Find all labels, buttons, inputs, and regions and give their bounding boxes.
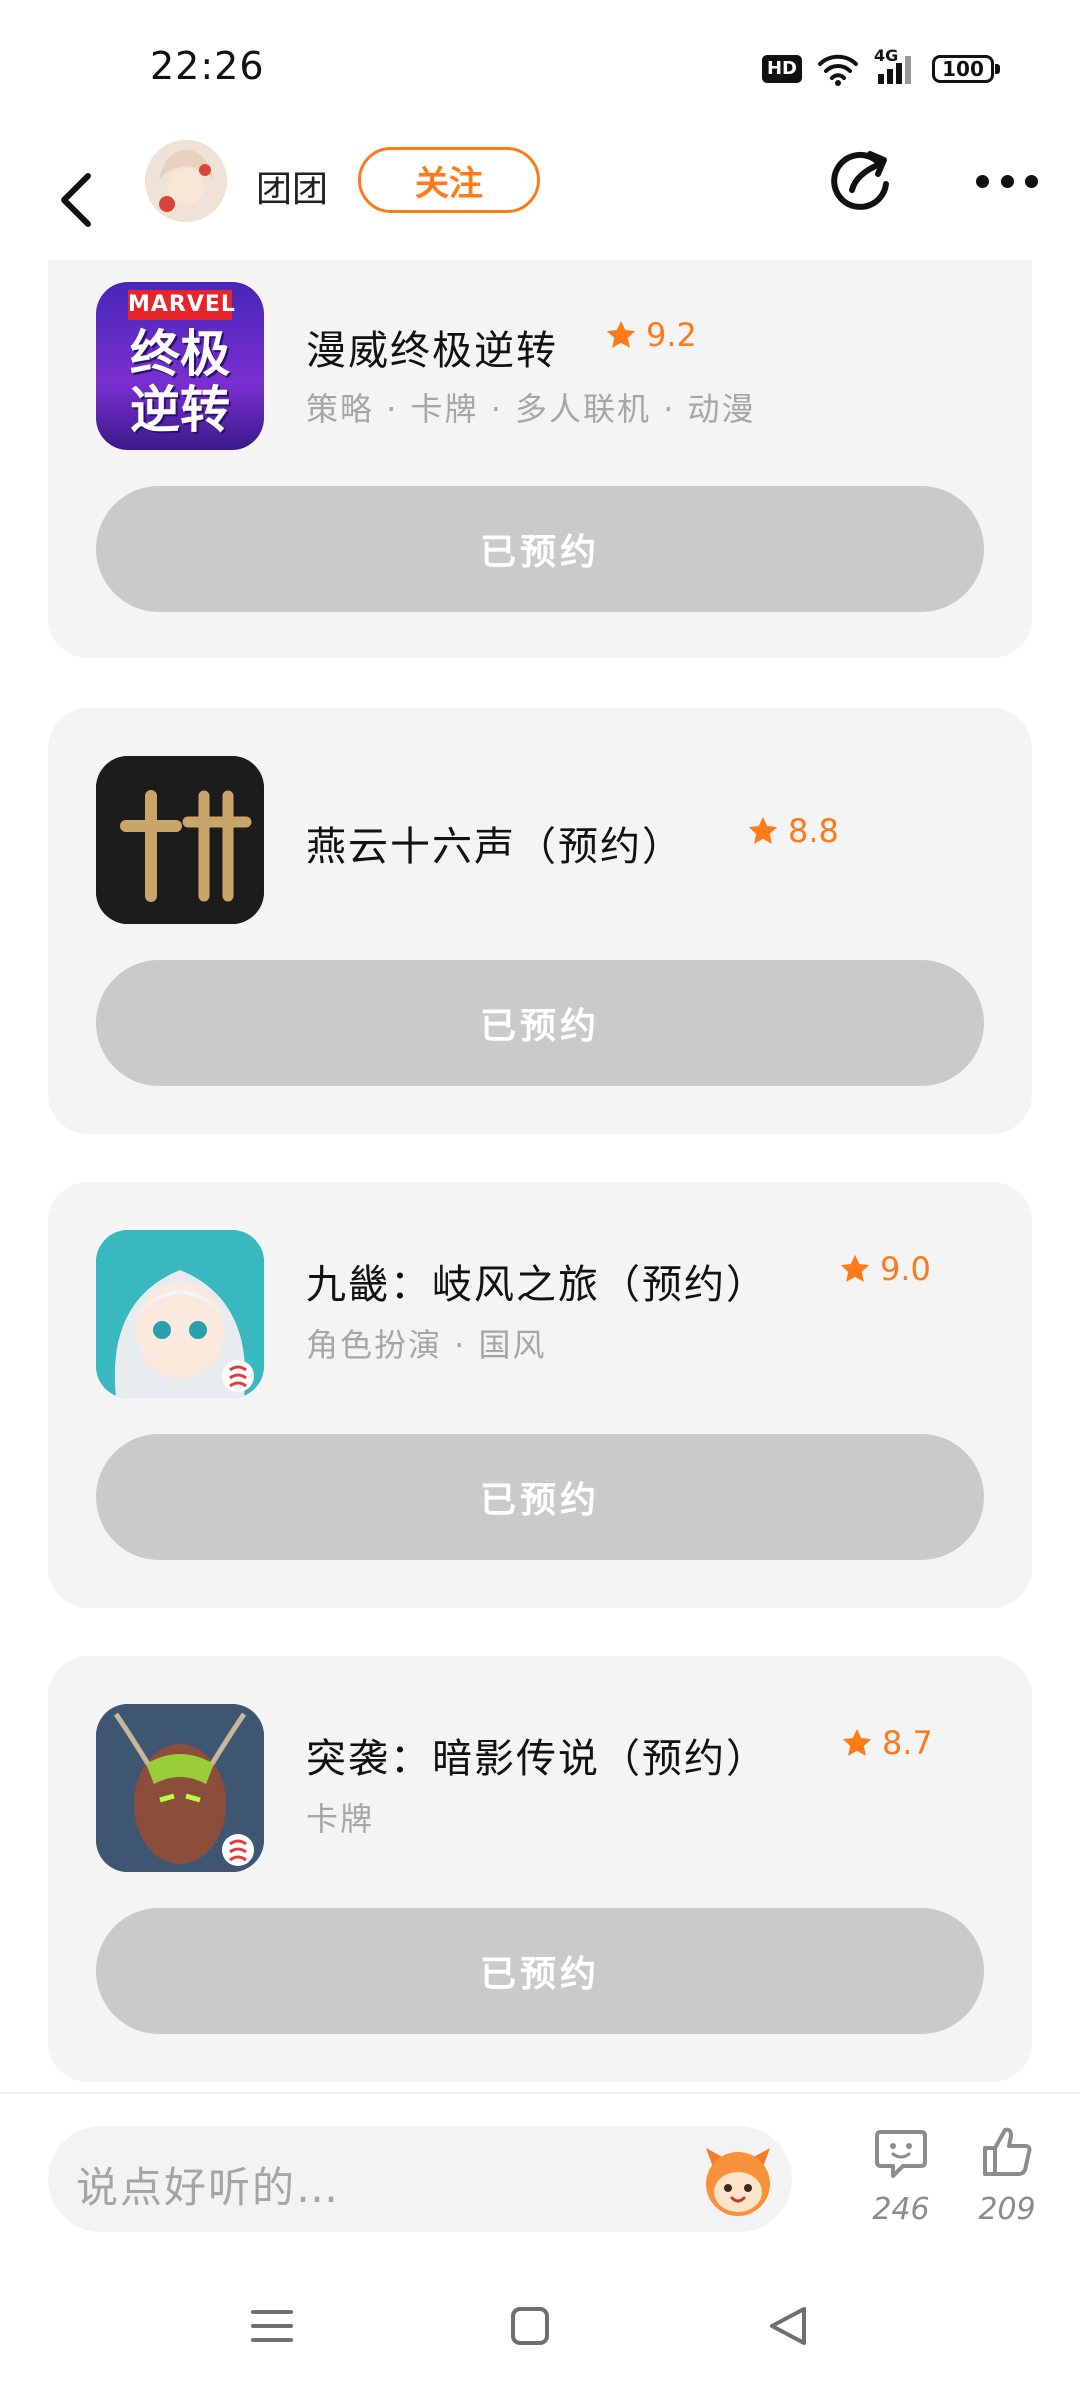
comments-count: 246 bbox=[872, 2192, 930, 2227]
game-tags: 角色扮演 · 国风 bbox=[306, 1326, 547, 1364]
reserved-button[interactable]: 已预约 bbox=[96, 960, 984, 1086]
marvel-logo: MARVEL bbox=[128, 290, 235, 320]
status-bar: 22:26 HD 4G 100 bbox=[0, 0, 1080, 140]
star-icon bbox=[606, 320, 636, 348]
back-button[interactable] bbox=[44, 160, 108, 240]
avatar[interactable] bbox=[145, 140, 227, 222]
status-time: 22:26 bbox=[150, 44, 265, 88]
dot-icon bbox=[1000, 174, 1014, 188]
comment-input[interactable]: 说点好听的… bbox=[48, 2126, 792, 2232]
menu-icon bbox=[251, 2310, 293, 2342]
game-icon-jiuji[interactable] bbox=[96, 1230, 264, 1398]
cell-signal-icon: 4G bbox=[874, 46, 918, 86]
share-icon bbox=[831, 151, 889, 210]
raid-character bbox=[96, 1704, 264, 1872]
star-icon bbox=[840, 1254, 870, 1282]
yanyun-logo bbox=[96, 756, 264, 924]
username[interactable]: 团团 bbox=[256, 160, 328, 212]
game-tags: 策略 · 卡牌 · 多人联机 · 动漫 bbox=[306, 390, 756, 428]
reserved-button[interactable]: 已预约 bbox=[96, 1908, 984, 2034]
rating-value: 9.0 bbox=[880, 1250, 931, 1288]
dot-icon bbox=[976, 174, 989, 188]
home-button[interactable] bbox=[500, 2298, 560, 2354]
rating-value: 8.8 bbox=[788, 812, 839, 850]
game-icon-yanyun[interactable] bbox=[96, 756, 264, 924]
share-button[interactable] bbox=[830, 148, 894, 212]
game-card: 九畿：岐风之旅（预约） 9.0 角色扮演 · 国风 已预约 bbox=[48, 1182, 1032, 1608]
wifi-icon bbox=[818, 54, 858, 86]
star-icon bbox=[842, 1728, 872, 1756]
triangle-back-icon bbox=[770, 2307, 806, 2345]
system-back-button[interactable] bbox=[758, 2298, 818, 2354]
rating: 9.2 bbox=[604, 316, 697, 354]
game-title[interactable]: 九畿：岐风之旅（预约） bbox=[306, 1252, 768, 1310]
avatar-image bbox=[145, 140, 227, 222]
recent-apps-button[interactable] bbox=[242, 2298, 302, 2354]
chevron-left-icon bbox=[61, 173, 91, 227]
rating-value: 9.2 bbox=[646, 316, 697, 354]
system-nav-bar bbox=[0, 2254, 1080, 2400]
rating: 9.0 bbox=[838, 1250, 931, 1288]
square-icon bbox=[511, 2307, 549, 2345]
game-card: 突袭：暗影传说（预约） 8.7 卡牌 已预约 bbox=[48, 1656, 1032, 2082]
comment-bar: 说点好听的… 246 209 bbox=[0, 2094, 1080, 2254]
comments-button[interactable]: 246 bbox=[856, 2124, 946, 2227]
marvel-icon-text: 终极逆转 bbox=[130, 325, 230, 439]
comment-placeholder: 说点好听的… bbox=[76, 2163, 341, 2212]
thumbs-up-icon bbox=[983, 2127, 1032, 2176]
dot-icon bbox=[1025, 174, 1038, 188]
comment-bubble-icon bbox=[875, 2130, 927, 2178]
mascot-emoji-icon[interactable] bbox=[698, 2140, 778, 2220]
game-tags: 卡牌 bbox=[306, 1800, 375, 1838]
game-feed[interactable]: MARVEL 终极逆转 漫威终极逆转 9.2 策略 · 卡牌 · 多人联机 · … bbox=[0, 260, 1080, 2090]
follow-button[interactable]: 关注 bbox=[358, 147, 540, 213]
game-title[interactable]: 漫威终极逆转 bbox=[306, 318, 558, 376]
status-icons: HD 4G 100 bbox=[761, 46, 1000, 86]
more-options-button[interactable] bbox=[976, 170, 1038, 192]
rating: 8.7 bbox=[840, 1724, 933, 1762]
likes-count: 209 bbox=[978, 2192, 1036, 2227]
reserved-button[interactable]: 已预约 bbox=[96, 1434, 984, 1560]
jiuji-character bbox=[96, 1230, 264, 1398]
game-card: 燕云十六声（预约） 8.8 已预约 bbox=[48, 708, 1032, 1134]
rating-value: 8.7 bbox=[882, 1724, 933, 1762]
rating: 8.8 bbox=[746, 812, 839, 850]
hd-badge: HD bbox=[761, 55, 802, 83]
game-icon-raid[interactable] bbox=[96, 1704, 264, 1872]
battery-icon: 100 bbox=[932, 55, 1000, 83]
like-button[interactable]: 209 bbox=[962, 2124, 1052, 2227]
reserved-button[interactable]: 已预约 bbox=[96, 486, 984, 612]
game-icon-marvel[interactable]: MARVEL 终极逆转 bbox=[96, 282, 264, 450]
game-title[interactable]: 突袭：暗影传说（预约） bbox=[306, 1726, 768, 1784]
star-icon bbox=[748, 816, 778, 844]
game-card: MARVEL 终极逆转 漫威终极逆转 9.2 策略 · 卡牌 · 多人联机 · … bbox=[48, 260, 1032, 658]
game-title[interactable]: 燕云十六声（预约） bbox=[306, 814, 684, 872]
